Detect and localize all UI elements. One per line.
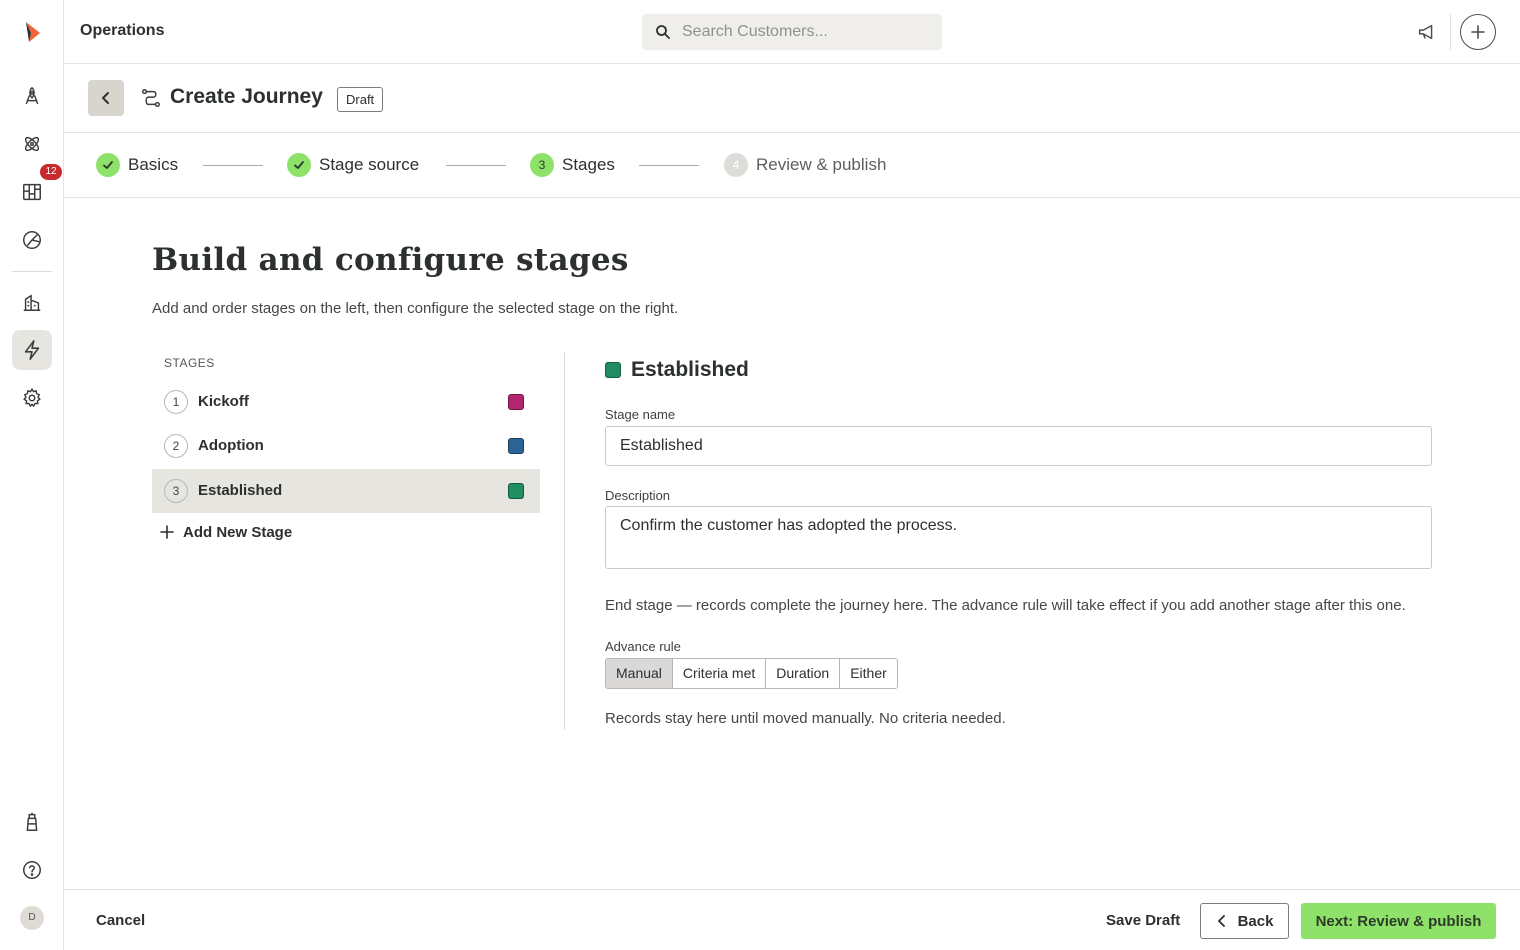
advance-rule-hint: Records stay here until moved manually. … — [605, 710, 1006, 727]
back-button[interactable]: Back — [1200, 903, 1289, 939]
panel-divider — [564, 352, 565, 730]
step-connector — [446, 165, 506, 166]
stage-color-swatch — [508, 438, 524, 454]
advance-rule-option-manual[interactable]: Manual — [606, 659, 673, 688]
chevron-left-icon — [102, 92, 109, 104]
nav-launch-icon[interactable] — [12, 76, 52, 116]
stage-name-input[interactable] — [605, 426, 1432, 466]
progress-stepper: Basics Stage source 3 Stages 4 Review & … — [64, 133, 1520, 198]
step-label: Stages — [562, 155, 615, 174]
stage-list-item[interactable]: 1 Kickoff — [152, 380, 540, 424]
app-title: Operations — [80, 22, 165, 39]
step-label: Stage source — [319, 155, 420, 174]
topbar-separator — [1450, 14, 1451, 50]
app-logo-icon[interactable] — [20, 20, 44, 44]
step-connector — [203, 165, 263, 166]
nav-reports-icon[interactable] — [12, 220, 52, 260]
nav-lighthouse-icon[interactable] — [12, 802, 52, 842]
search-icon — [656, 25, 670, 39]
nav-help-icon[interactable] — [12, 850, 52, 890]
check-icon — [96, 153, 120, 177]
user-avatar[interactable]: D — [20, 906, 44, 930]
footer-action-bar: Cancel Save Draft Back Next: Review & pu… — [64, 889, 1520, 950]
advance-rule-option-duration[interactable]: Duration — [766, 659, 841, 688]
add-button[interactable] — [1460, 14, 1496, 50]
section-subheading: Add and order stages on the left, then c… — [152, 300, 679, 317]
plus-icon — [1471, 25, 1485, 39]
stage-list-item[interactable]: 2 Adoption — [152, 424, 540, 468]
add-stage-button[interactable]: Add New Stage — [160, 522, 292, 542]
notifications-badge: 12 — [40, 164, 62, 180]
rail-divider — [12, 271, 52, 272]
next-review-publish-button[interactable]: Next: Review & publish — [1301, 903, 1496, 939]
nav-settings-icon[interactable] — [12, 378, 52, 418]
stage-name: Established — [198, 482, 283, 499]
nav-journeys-icon[interactable] — [12, 330, 52, 370]
end-stage-note: End stage — records complete the journey… — [605, 597, 1406, 614]
stage-list-item-selected[interactable]: 3 Established — [152, 469, 540, 513]
status-badge: Draft — [337, 87, 384, 112]
stage-number: 1 — [164, 390, 188, 414]
step-number: 3 — [530, 153, 554, 177]
nav-companies-icon[interactable] — [12, 282, 52, 322]
stage-color-swatch — [508, 483, 524, 499]
advance-rule-label: Advance rule — [605, 639, 681, 654]
announcements-icon[interactable] — [1416, 21, 1438, 43]
advance-rule-option-either[interactable]: Either — [840, 659, 897, 688]
page-header: Create Journey Draft — [64, 64, 1520, 133]
check-icon — [287, 153, 311, 177]
stage-number: 3 — [164, 479, 188, 503]
journey-route-icon — [142, 89, 160, 107]
stage-number: 2 — [164, 434, 188, 458]
nav-integrations-icon[interactable] — [12, 124, 52, 164]
config-title: Established — [631, 358, 749, 381]
chevron-left-icon — [1217, 915, 1225, 927]
search-box[interactable] — [642, 14, 942, 50]
advance-rule-segmented-control: Manual Criteria met Duration Either — [605, 658, 898, 689]
step-label: Review & publish — [756, 155, 887, 174]
step-number: 4 — [724, 153, 748, 177]
back-nav-button[interactable] — [88, 80, 124, 116]
step-review-publish[interactable]: 4 Review & publish — [724, 153, 886, 177]
section-heading: Build and configure stages — [152, 242, 629, 278]
stage-color-swatch[interactable] — [605, 362, 621, 378]
step-stages[interactable]: 3 Stages — [530, 153, 615, 177]
left-nav-rail: 12 D — [0, 0, 64, 950]
top-bar: Operations — [64, 0, 1520, 64]
back-button-label: Back — [1237, 912, 1274, 930]
stage-color-swatch — [508, 394, 524, 410]
stage-name-label: Stage name — [605, 407, 676, 422]
search-input[interactable] — [682, 14, 932, 50]
stages-list-title: STAGES — [164, 356, 215, 370]
save-draft-button[interactable]: Save Draft — [1106, 912, 1180, 929]
page-title: Create Journey — [170, 85, 323, 108]
step-label: Basics — [128, 155, 179, 174]
advance-rule-option-criteria-met[interactable]: Criteria met — [672, 659, 767, 688]
step-stage-source[interactable]: Stage source — [287, 153, 419, 177]
step-basics[interactable]: Basics — [96, 153, 178, 177]
description-textarea[interactable]: Confirm the customer has adopted the pro… — [605, 506, 1432, 569]
add-stage-label: Add New Stage — [183, 523, 293, 541]
plus-icon — [160, 525, 174, 539]
cancel-button[interactable]: Cancel — [96, 912, 145, 929]
config-header: Established — [605, 358, 749, 381]
stage-name: Kickoff — [198, 393, 249, 410]
stage-name: Adoption — [198, 437, 264, 454]
step-connector — [639, 165, 699, 166]
description-label: Description — [605, 488, 671, 503]
